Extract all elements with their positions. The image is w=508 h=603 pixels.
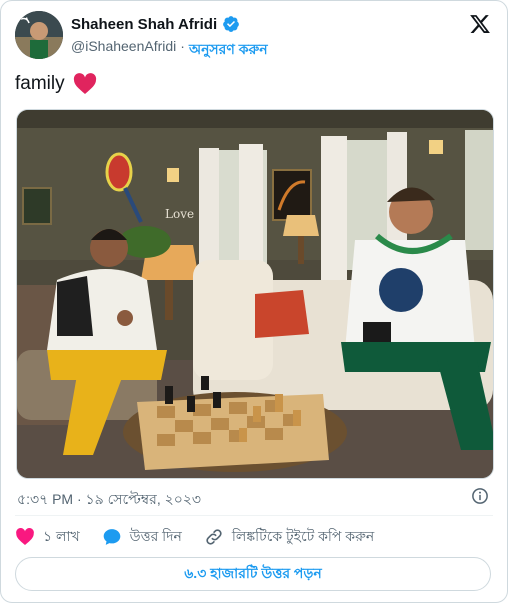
divider: [15, 515, 493, 516]
tweet-text: family: [15, 73, 97, 95]
link-icon: [206, 529, 222, 545]
like-count: ১ লাখ: [43, 528, 80, 544]
love-sign: Love: [165, 207, 194, 221]
tweet-card: Shaheen Shah Afridi @iShaheenAfridi · অন…: [0, 0, 508, 603]
author-handle[interactable]: @iShaheenAfridi: [71, 38, 176, 62]
tweet-body: family: [15, 73, 65, 94]
red-heart-icon: [73, 73, 96, 94]
like-button[interactable]: ১ লাখ: [15, 525, 80, 549]
reply-button[interactable]: উত্তর দিন: [102, 525, 182, 549]
photo-scene: Love: [17, 110, 493, 478]
handle-row: @iShaheenAfridi · অনুসরণ করুন: [71, 38, 268, 62]
info-icon[interactable]: [471, 487, 489, 505]
copy-link-button[interactable]: লিঙ্কটিকে টুইটে কপি করুন: [204, 525, 374, 549]
separator-dot: ·: [180, 38, 185, 54]
heart-icon: [16, 528, 34, 545]
read-replies-button[interactable]: ৬.৩ হাজারটি উত্তর পড়ন: [15, 557, 491, 591]
avatar[interactable]: [15, 11, 63, 59]
reply-label: উত্তর দিন: [129, 528, 182, 544]
tweet-header: Shaheen Shah Afridi @iShaheenAfridi · অন…: [15, 11, 493, 63]
author-name[interactable]: Shaheen Shah Afridi: [71, 16, 217, 33]
tweet-photo[interactable]: Love: [16, 109, 494, 479]
x-logo-icon[interactable]: [469, 13, 491, 35]
follow-button[interactable]: অনুসরণ করুন: [189, 38, 268, 62]
action-bar: ১ লাখ উত্তর দিন লিঙ্কটিকে টুইটে কপি করুন: [15, 525, 396, 549]
tweet-timestamp[interactable]: ৫:৩৭ PM · ১৯ সেপ্টেম্বর, ২০২৩: [17, 488, 201, 512]
copy-link-label: লিঙ্কটিকে টুইটে কপি করুন: [231, 528, 375, 544]
avatar-image: [15, 11, 63, 59]
speech-bubble-icon: [103, 529, 121, 545]
name-row: Shaheen Shah Afridi: [71, 15, 240, 33]
verified-badge-icon: [223, 16, 240, 32]
